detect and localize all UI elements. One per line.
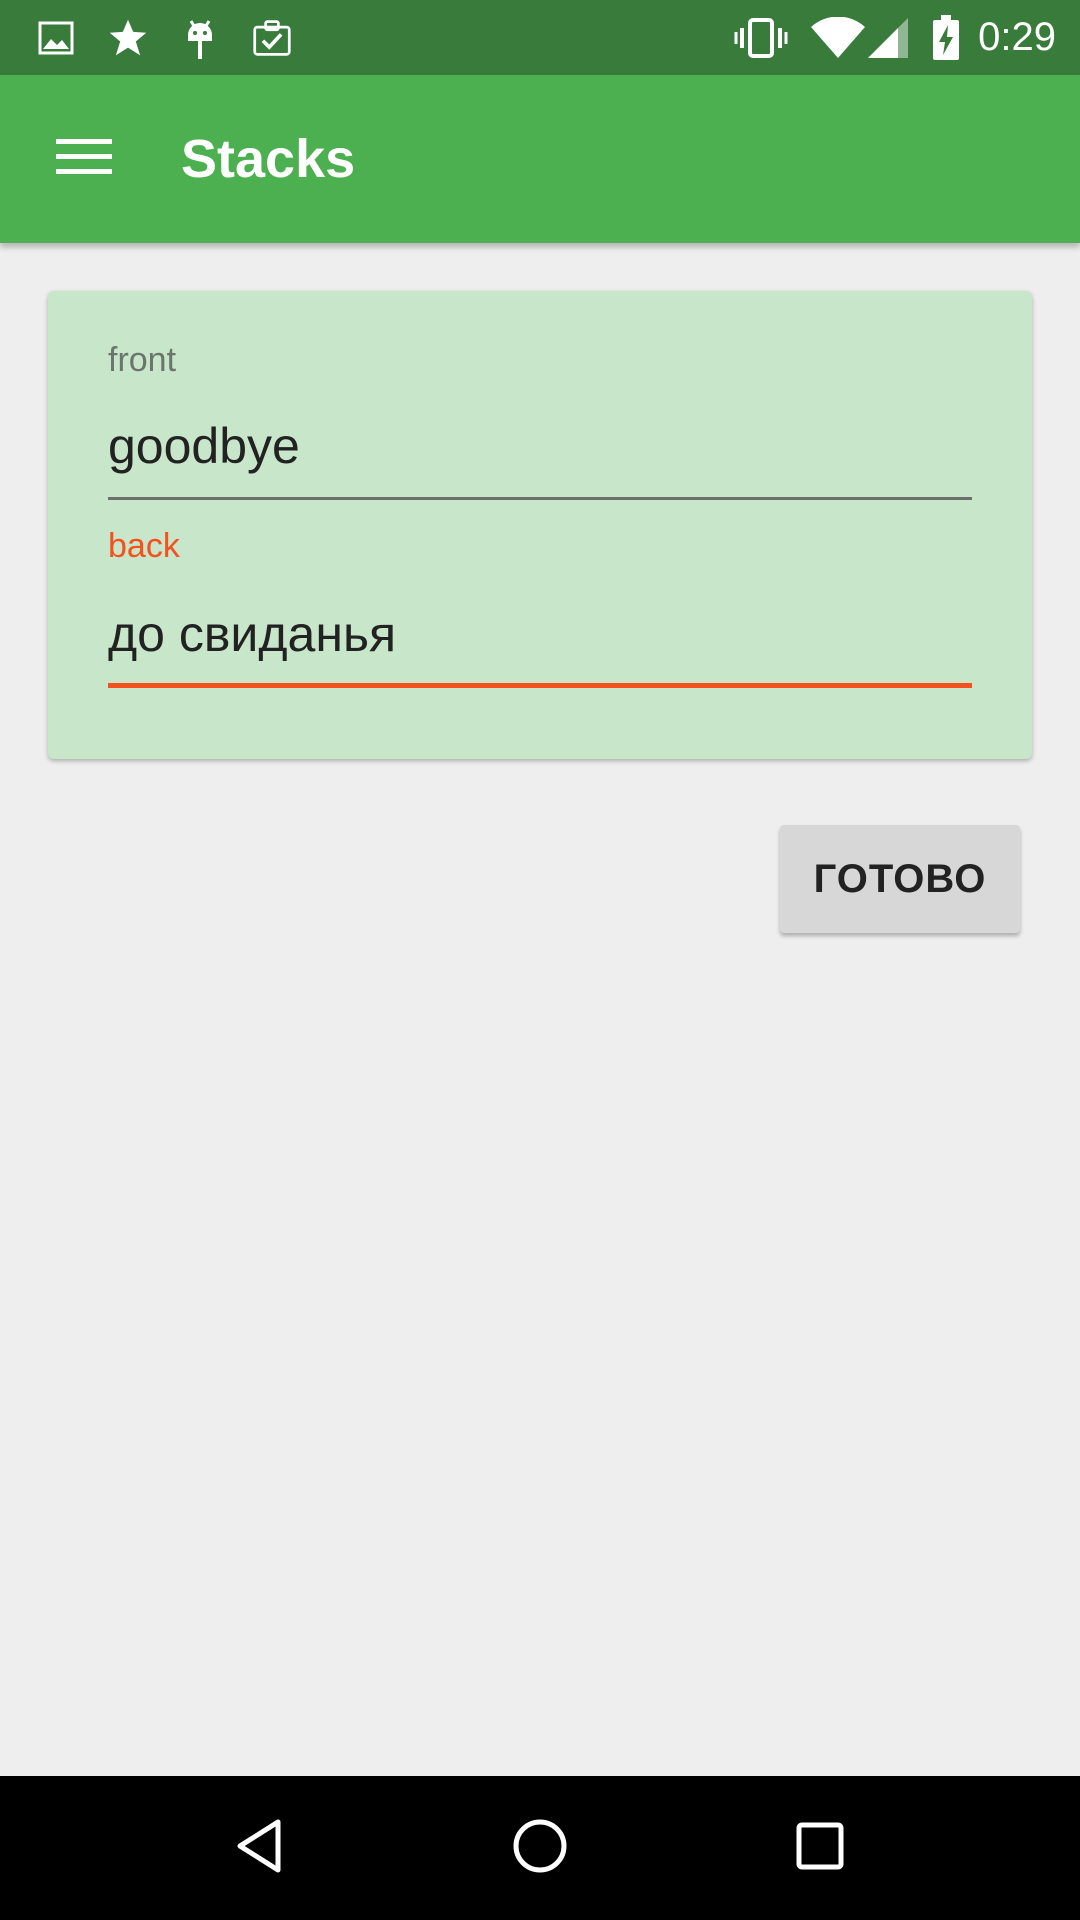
front-underline	[108, 497, 972, 500]
back-underline	[108, 683, 972, 688]
navigation-bar	[0, 1776, 1080, 1920]
status-bar: 0:29	[0, 0, 1080, 75]
back-input[interactable]	[108, 603, 972, 665]
signal-icon	[866, 17, 910, 58]
hamburger-menu-icon	[56, 137, 112, 182]
done-button[interactable]: ГОТОВО	[780, 825, 1020, 933]
status-system: 0:29	[712, 14, 1056, 60]
recents-icon	[790, 1816, 850, 1881]
back-label: back	[108, 527, 180, 565]
home-icon	[510, 1816, 570, 1881]
front-input[interactable]	[108, 415, 972, 477]
recents-button[interactable]	[775, 1803, 865, 1893]
clipboard-check-icon	[252, 18, 292, 58]
status-clock: 0:29	[978, 15, 1056, 59]
app-bar: Stacks	[0, 75, 1080, 243]
battery-charging-icon	[932, 14, 960, 60]
vibrate-icon	[734, 17, 788, 58]
image-icon	[36, 18, 76, 58]
android-icon	[180, 18, 220, 59]
back-icon	[230, 1816, 290, 1881]
star-icon	[108, 18, 148, 58]
wifi-icon	[810, 16, 866, 58]
back-button[interactable]	[215, 1803, 305, 1893]
app-title: Stacks	[181, 129, 356, 189]
card-editor: front back	[48, 291, 1032, 759]
status-notifications	[36, 18, 324, 59]
menu-button[interactable]	[39, 114, 129, 204]
home-button[interactable]	[495, 1803, 585, 1893]
front-label: front	[108, 341, 177, 379]
